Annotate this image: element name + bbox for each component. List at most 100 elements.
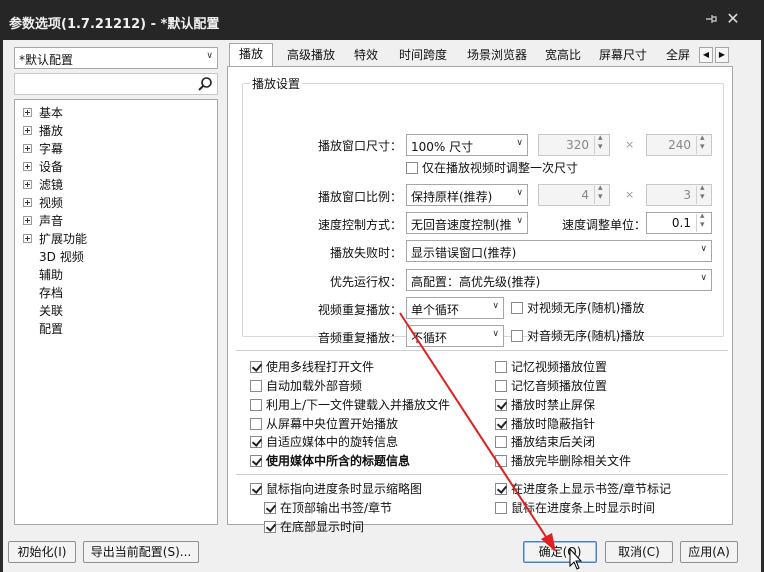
fail-action-value: 显示错误窗口(推荐) <box>411 246 517 260</box>
chevron-down-icon: ∨ <box>492 301 499 311</box>
checkbox-box[interactable] <box>250 399 262 411</box>
checkbox-box[interactable] <box>250 455 262 467</box>
init-button[interactable]: 初始化(I) <box>8 541 76 563</box>
expand-icon[interactable] <box>23 180 32 189</box>
tab-time-span[interactable]: 时间跨度 <box>393 45 453 67</box>
checkbox-box[interactable] <box>250 361 262 373</box>
aspect-height-value: 3 <box>683 188 691 202</box>
window-size-label: 播放窗口尺寸： <box>317 139 402 153</box>
expand-icon[interactable] <box>23 234 32 243</box>
checkbox-box[interactable] <box>495 361 507 373</box>
stepper-arrows-icon[interactable] <box>696 133 710 154</box>
ok-button[interactable]: 确定(O) <box>523 541 597 563</box>
search-input[interactable] <box>14 73 218 95</box>
checkbox-box[interactable] <box>511 302 523 314</box>
chevron-down-icon: ∨ <box>516 216 523 226</box>
checkbox-box[interactable] <box>250 380 262 392</box>
tab-panel-playback: 播放设置 播放窗口尺寸： 100% 尺寸 ∨ 320 × 240 仅在播放视频时… <box>227 66 733 534</box>
export-config-button[interactable]: 导出当前配置(S)... <box>83 541 199 563</box>
width-value: 320 <box>566 138 589 152</box>
group-title: 播放设置 <box>250 75 303 92</box>
pin-icon[interactable] <box>704 12 718 26</box>
stepper-arrows-icon[interactable] <box>696 183 710 204</box>
aspect-height-stepper[interactable]: 3 <box>646 183 712 206</box>
expand-icon[interactable] <box>23 198 32 207</box>
stepper-arrows-icon[interactable] <box>594 133 608 154</box>
audio-repeat-value: 不循环 <box>411 331 448 345</box>
checkbox-box[interactable] <box>264 521 276 533</box>
tab-scroll-right-icon[interactable]: ▶ <box>715 47 729 63</box>
cancel-button[interactable]: 取消(C) <box>605 541 673 563</box>
priority-label: 优先运行权： <box>329 275 402 289</box>
chevron-down-icon: ∨ <box>206 51 213 61</box>
tab-fullscreen[interactable]: 全屏 <box>661 45 695 67</box>
chevron-down-icon: ∨ <box>516 188 523 198</box>
video-repeat-select[interactable]: 单个循环 ∨ <box>406 297 504 319</box>
chevron-down-icon: ∨ <box>700 244 707 254</box>
category-tree[interactable]: 基本 播放 字幕 设备 滤镜 视频 声音 扩展功能 3D 视频 辅助 存档 关联… <box>14 99 218 525</box>
tab-advanced-playback[interactable]: 高级播放 <box>281 45 341 67</box>
fail-action-select[interactable]: 显示错误窗口(推荐) ∨ <box>406 240 712 262</box>
preferences-dialog: *默认配置 ∨ 基本 播放 字幕 设备 滤镜 视频 声音 扩展功能 3D 视频 … <box>3 40 761 572</box>
expand-icon[interactable] <box>23 126 32 135</box>
aspect-width-value: 4 <box>581 188 589 202</box>
expand-icon[interactable] <box>23 144 32 153</box>
expand-icon[interactable] <box>23 216 32 225</box>
aspect-width-stepper[interactable]: 4 <box>538 183 610 206</box>
tab-playback[interactable]: 播放 <box>229 43 273 68</box>
video-repeat-value: 单个循环 <box>411 303 460 317</box>
width-stepper[interactable]: 320 <box>538 133 610 156</box>
chevron-down-icon: ∨ <box>492 329 499 339</box>
checkbox-box[interactable] <box>495 436 507 448</box>
tab-aspect-ratio[interactable]: 宽高比 <box>539 45 587 67</box>
tab-scroll-left-icon[interactable]: ◀ <box>699 47 713 63</box>
window-title: 参数选项(1.7.21212) - *默认配置 <box>9 17 220 32</box>
height-stepper[interactable]: 240 <box>646 133 712 156</box>
checkbox-box[interactable] <box>495 483 507 495</box>
expand-icon[interactable] <box>23 108 32 117</box>
height-value: 240 <box>668 138 691 152</box>
speed-unit-stepper[interactable]: 0.1 <box>646 211 712 234</box>
checkbox-box[interactable] <box>406 162 418 174</box>
speed-unit-value: 0.1 <box>671 216 691 230</box>
window-size-select[interactable]: 100% 尺寸 ∨ <box>406 134 528 156</box>
checkbox-box[interactable] <box>495 502 507 514</box>
speed-mode-value: 无回音速度控制(推 <box>411 218 511 232</box>
apply-button[interactable]: 应用(A) <box>680 541 738 563</box>
close-icon[interactable]: ✕ <box>724 10 742 28</box>
speed-mode-label: 速度控制方式： <box>317 218 402 232</box>
checkbox-box[interactable] <box>250 483 262 495</box>
priority-value: 高配置：高优先级(推荐) <box>411 275 541 289</box>
audio-repeat-label: 音频重复播放： <box>317 331 402 345</box>
title-bar[interactable]: 参数选项(1.7.21212) - *默认配置 ✕ <box>0 0 764 40</box>
profile-select-value: *默认配置 <box>19 53 74 67</box>
checkbox-box[interactable] <box>250 436 262 448</box>
fail-label: 播放失败时： <box>329 246 402 260</box>
speed-mode-select[interactable]: 无回音速度控制(推 ∨ <box>406 212 528 234</box>
chevron-down-icon: ∨ <box>700 273 707 283</box>
video-repeat-label: 视频重复播放： <box>317 303 402 317</box>
checkbox-box[interactable] <box>495 455 507 467</box>
profile-select[interactable]: *默认配置 ∨ <box>14 47 218 69</box>
checkbox-box[interactable] <box>495 399 507 411</box>
stepper-arrows-icon[interactable] <box>696 211 710 232</box>
aspect-value: 保持原样(推荐) <box>411 190 493 204</box>
aspect-select[interactable]: 保持原样(推荐) ∨ <box>406 184 528 206</box>
audio-repeat-select[interactable]: 不循环 ∨ <box>406 325 504 347</box>
stepper-arrows-icon[interactable] <box>594 183 608 204</box>
aspect-label: 播放窗口比例： <box>317 190 402 204</box>
divider <box>236 474 728 475</box>
priority-select[interactable]: 高配置：高优先级(推荐) ∨ <box>406 269 712 291</box>
speed-unit-label: 速度调整单位： <box>561 218 646 232</box>
expand-icon[interactable] <box>23 162 32 171</box>
checkbox-box[interactable] <box>511 330 523 342</box>
search-icon[interactable] <box>197 76 213 92</box>
checkbox-box[interactable] <box>250 418 262 430</box>
tab-screen-size[interactable]: 屏幕尺寸 <box>593 45 653 67</box>
checkbox-box[interactable] <box>495 418 507 430</box>
times-sign: × <box>625 138 635 151</box>
checkbox-box[interactable] <box>264 502 276 514</box>
tab-scene-browser[interactable]: 场景浏览器 <box>461 45 533 67</box>
tab-effects[interactable]: 特效 <box>349 45 383 67</box>
checkbox-box[interactable] <box>495 380 507 392</box>
